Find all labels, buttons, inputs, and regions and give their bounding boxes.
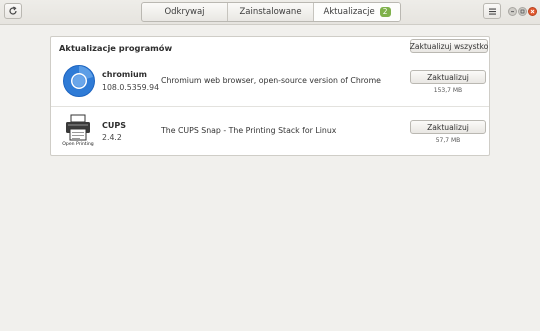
update-all-button[interactable]: Zaktualizuj wszystko: [410, 39, 488, 53]
view-switcher: Odkrywaj Zainstalowane Aktualizacje 2: [141, 2, 401, 22]
minimize-button[interactable]: [508, 7, 517, 16]
chromium-icon: [63, 65, 95, 97]
minimize-icon: [511, 11, 514, 13]
updates-count-badge: 2: [379, 7, 391, 17]
refresh-button[interactable]: [4, 3, 22, 19]
tab-installed[interactable]: Zainstalowane: [228, 3, 314, 21]
row-divider: [51, 106, 489, 107]
app-name: chromium: [102, 70, 147, 79]
maximize-button[interactable]: [518, 7, 527, 16]
panel-title: Aktualizacje programów: [59, 43, 173, 53]
close-icon: [530, 9, 535, 14]
app-version: 108.0.5359.94: [102, 83, 160, 92]
app-description: The CUPS Snap - The Printing Stack for L…: [161, 126, 337, 135]
refresh-icon: [9, 6, 17, 15]
tab-explore-label: Odkrywaj: [164, 7, 205, 17]
app-version: 2.4.2: [102, 133, 122, 142]
tab-updates[interactable]: Aktualizacje 2: [314, 3, 400, 21]
cups-printer-icon: Open Printing: [61, 114, 95, 148]
tab-updates-label: Aktualizacje: [323, 7, 375, 17]
header-bar: Odkrywaj Zainstalowane Aktualizacje 2: [0, 0, 540, 25]
update-button[interactable]: Zaktualizuj: [410, 120, 486, 134]
app-name: CUPS: [102, 121, 126, 130]
icon-caption: Open Printing: [62, 142, 94, 147]
maximize-icon: [520, 9, 525, 14]
updates-panel: Aktualizacje programów Zaktualizuj wszys…: [50, 36, 490, 156]
close-button[interactable]: [528, 7, 537, 16]
app-description: Chromium web browser, open-source versio…: [161, 76, 381, 85]
tab-explore[interactable]: Odkrywaj: [142, 3, 228, 21]
download-size: 153,7 MB: [433, 87, 463, 94]
download-size: 57,7 MB: [435, 137, 461, 144]
menu-button[interactable]: [483, 3, 501, 19]
update-button[interactable]: Zaktualizuj: [410, 70, 486, 84]
hamburger-menu-icon: [488, 8, 496, 15]
tab-installed-label: Zainstalowane: [239, 7, 302, 17]
